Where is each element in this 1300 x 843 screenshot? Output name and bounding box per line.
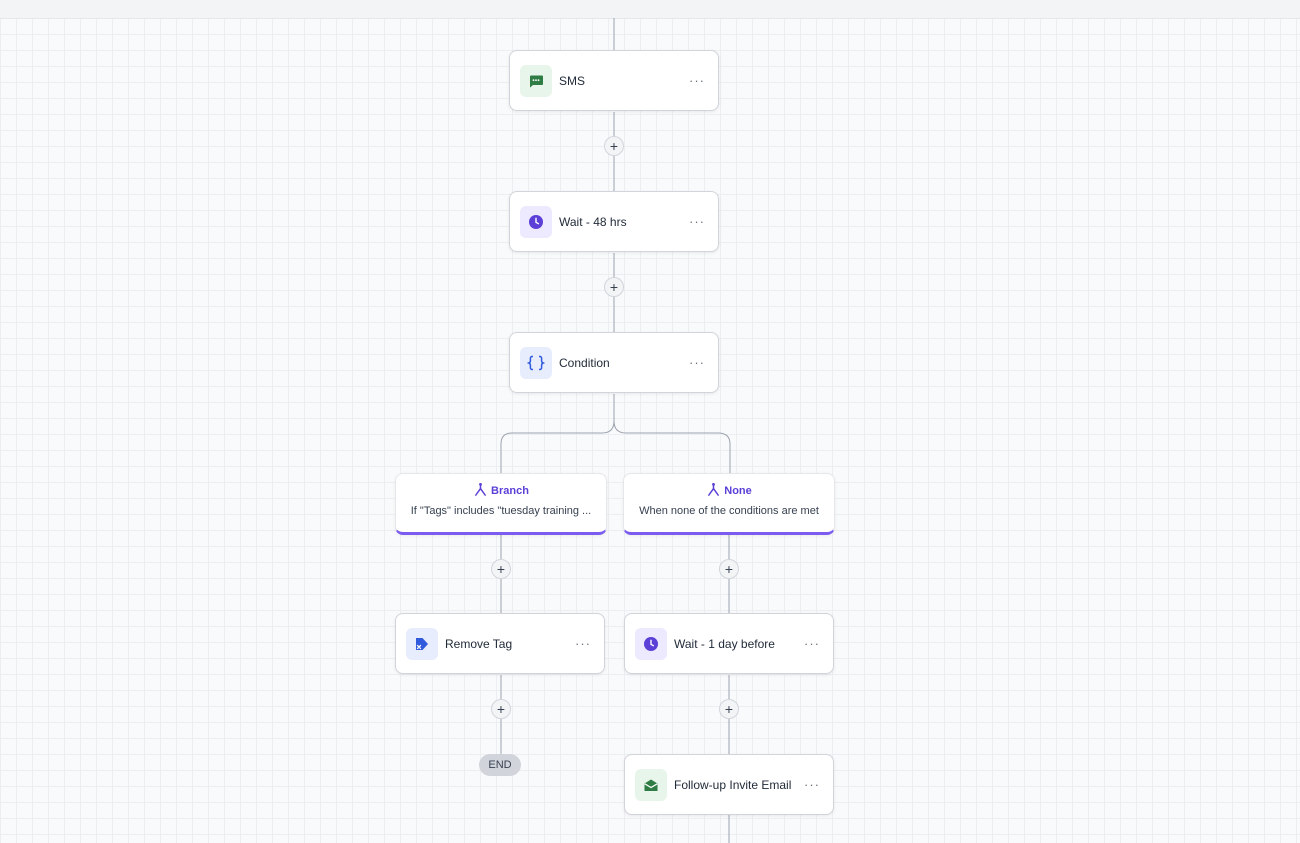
branch-title: None [724, 485, 752, 497]
add-step-button[interactable]: + [604, 277, 624, 297]
add-step-button[interactable]: + [719, 559, 739, 579]
branch-icon [706, 482, 721, 500]
add-step-button[interactable]: + [491, 699, 511, 719]
more-options-button[interactable]: ··· [572, 633, 594, 655]
branch-description: If "Tags" includes "tuesday training ... [410, 505, 592, 517]
more-options-button[interactable]: ··· [686, 352, 708, 374]
workflow-node-condition[interactable]: Condition ··· [509, 332, 719, 393]
braces-icon [520, 346, 552, 379]
email-icon [635, 768, 667, 801]
node-label: Wait - 48 hrs [559, 214, 627, 229]
sms-icon [520, 64, 552, 97]
more-options-button[interactable]: ··· [686, 211, 708, 233]
more-options-button[interactable]: ··· [801, 633, 823, 655]
more-options-button[interactable]: ··· [801, 774, 823, 796]
node-label: Condition [559, 355, 610, 370]
workflow-connectors [500, 18, 731, 843]
workflow-node-wait-1-day-before[interactable]: Wait - 1 day before ··· [624, 613, 834, 674]
tag-remove-icon [406, 627, 438, 660]
clock-icon [635, 627, 667, 660]
clock-icon [520, 205, 552, 238]
workflow-node-sms[interactable]: SMS ··· [509, 50, 719, 111]
add-step-button[interactable]: + [719, 699, 739, 719]
add-step-button[interactable]: + [604, 136, 624, 156]
workflow-node-wait-48-hrs[interactable]: Wait - 48 hrs ··· [509, 191, 719, 252]
more-options-button[interactable]: ··· [686, 70, 708, 92]
branch-card-branch[interactable]: Branch If "Tags" includes "tuesday train… [395, 473, 607, 535]
node-label: Wait - 1 day before [674, 636, 775, 651]
branch-card-none[interactable]: None When none of the conditions are met [623, 473, 835, 535]
end-marker: END [479, 754, 521, 776]
node-label: SMS [559, 73, 586, 88]
workflow-node-remove-tag[interactable]: Remove Tag ··· [395, 613, 605, 674]
node-label: Remove Tag [445, 636, 513, 651]
node-label: Follow-up Invite Email [674, 777, 792, 792]
add-step-button[interactable]: + [491, 559, 511, 579]
workflow-node-followup-invite-email[interactable]: Follow-up Invite Email ··· [624, 754, 834, 815]
branch-icon [473, 482, 488, 500]
branch-title: Branch [491, 485, 529, 497]
branch-description: When none of the conditions are met [639, 505, 819, 517]
